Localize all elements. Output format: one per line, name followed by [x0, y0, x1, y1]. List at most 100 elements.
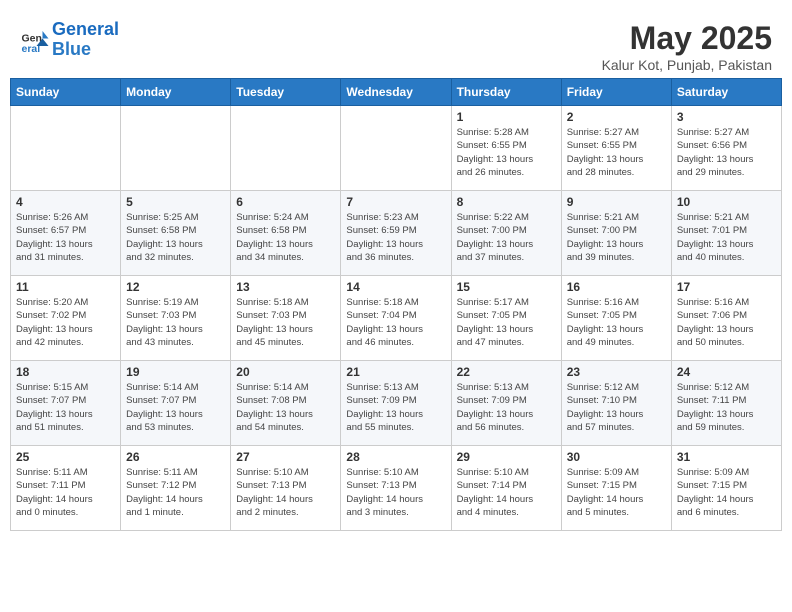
day-info: Sunrise: 5:25 AM Sunset: 6:58 PM Dayligh… [126, 211, 225, 264]
day-header-tuesday: Tuesday [231, 79, 341, 106]
day-info: Sunrise: 5:10 AM Sunset: 7:13 PM Dayligh… [346, 466, 445, 519]
svg-text:eral: eral [22, 43, 41, 55]
calendar-week-row: 11Sunrise: 5:20 AM Sunset: 7:02 PM Dayli… [11, 276, 782, 361]
day-number: 3 [677, 110, 776, 124]
day-info: Sunrise: 5:21 AM Sunset: 7:01 PM Dayligh… [677, 211, 776, 264]
day-info: Sunrise: 5:26 AM Sunset: 6:57 PM Dayligh… [16, 211, 115, 264]
calendar-cell: 6 Sunrise: 5:24 AM Sunset: 6:58 PM Daylig… [231, 191, 341, 276]
calendar-cell: 8Sunrise: 5:22 AM Sunset: 7:00 PM Daylig… [451, 191, 561, 276]
calendar-cell: 24 Sunrise: 5:12 AM Sunset: 7:11 PM Dayli… [671, 361, 781, 446]
calendar-cell: 10 Sunrise: 5:21 AM Sunset: 7:01 PM Dayli… [671, 191, 781, 276]
calendar-cell: 7Sunrise: 5:23 AM Sunset: 6:59 PM Daylig… [341, 191, 451, 276]
day-number: 1 [457, 110, 556, 124]
day-info: Sunrise: 5:27 AM Sunset: 6:56 PM Dayligh… [677, 126, 776, 179]
day-info: Sunrise: 5:12 AM Sunset: 7:10 PM Dayligh… [567, 381, 666, 434]
calendar-cell: 4 Sunrise: 5:26 AM Sunset: 6:57 PM Daylig… [11, 191, 121, 276]
day-number: 12 [126, 280, 225, 294]
day-number: 2 [567, 110, 666, 124]
calendar-cell: 13Sunrise: 5:18 AM Sunset: 7:03 PM Dayli… [231, 276, 341, 361]
calendar-week-row: 25Sunrise: 5:11 AM Sunset: 7:11 PM Dayli… [11, 446, 782, 531]
day-info: Sunrise: 5:19 AM Sunset: 7:03 PM Dayligh… [126, 296, 225, 349]
day-number: 5 [126, 195, 225, 209]
day-info: Sunrise: 5:16 AM Sunset: 7:06 PM Dayligh… [677, 296, 776, 349]
day-info: Sunrise: 5:13 AM Sunset: 7:09 PM Dayligh… [346, 381, 445, 434]
day-number: 29 [457, 450, 556, 464]
calendar-week-row: 4 Sunrise: 5:26 AM Sunset: 6:57 PM Daylig… [11, 191, 782, 276]
day-number: 14 [346, 280, 445, 294]
calendar-cell: 28 Sunrise: 5:10 AM Sunset: 7:13 PM Dayli… [341, 446, 451, 531]
day-info: Sunrise: 5:23 AM Sunset: 6:59 PM Dayligh… [346, 211, 445, 264]
calendar-table: SundayMondayTuesdayWednesdayThursdayFrid… [10, 78, 782, 531]
calendar-cell: 25Sunrise: 5:11 AM Sunset: 7:11 PM Dayli… [11, 446, 121, 531]
day-info: Sunrise: 5:24 AM Sunset: 6:58 PM Dayligh… [236, 211, 335, 264]
calendar-cell [341, 106, 451, 191]
day-header-sunday: Sunday [11, 79, 121, 106]
calendar-cell: 23Sunrise: 5:12 AM Sunset: 7:10 PM Dayli… [561, 361, 671, 446]
day-number: 8 [457, 195, 556, 209]
day-number: 26 [126, 450, 225, 464]
day-header-wednesday: Wednesday [341, 79, 451, 106]
day-number: 6 [236, 195, 335, 209]
month-title: May 2025 [602, 20, 772, 57]
day-info: Sunrise: 5:11 AM Sunset: 7:12 PM Dayligh… [126, 466, 225, 519]
calendar-cell: 30 Sunrise: 5:09 AM Sunset: 7:15 PM Dayli… [561, 446, 671, 531]
day-number: 11 [16, 280, 115, 294]
calendar-cell: 9 Sunrise: 5:21 AM Sunset: 7:00 PM Daylig… [561, 191, 671, 276]
day-info: Sunrise: 5:21 AM Sunset: 7:00 PM Dayligh… [567, 211, 666, 264]
day-number: 28 [346, 450, 445, 464]
calendar-cell [231, 106, 341, 191]
day-number: 9 [567, 195, 666, 209]
calendar-cell: 31 Sunrise: 5:09 AM Sunset: 7:15 PM Dayli… [671, 446, 781, 531]
day-info: Sunrise: 5:10 AM Sunset: 7:13 PM Dayligh… [236, 466, 335, 519]
logo-text: General Blue [52, 20, 119, 60]
day-number: 31 [677, 450, 776, 464]
day-header-saturday: Saturday [671, 79, 781, 106]
calendar-cell [121, 106, 231, 191]
day-info: Sunrise: 5:09 AM Sunset: 7:15 PM Dayligh… [567, 466, 666, 519]
calendar-cell: 14 Sunrise: 5:18 AM Sunset: 7:04 PM Dayli… [341, 276, 451, 361]
day-number: 22 [457, 365, 556, 379]
day-info: Sunrise: 5:27 AM Sunset: 6:55 PM Dayligh… [567, 126, 666, 179]
day-info: Sunrise: 5:28 AM Sunset: 6:55 PM Dayligh… [457, 126, 556, 179]
logo: Gen eral General Blue [20, 20, 119, 60]
day-header-monday: Monday [121, 79, 231, 106]
location-title: Kalur Kot, Punjab, Pakistan [602, 57, 772, 73]
day-info: Sunrise: 5:14 AM Sunset: 7:07 PM Dayligh… [126, 381, 225, 434]
day-info: Sunrise: 5:18 AM Sunset: 7:04 PM Dayligh… [346, 296, 445, 349]
day-info: Sunrise: 5:10 AM Sunset: 7:14 PM Dayligh… [457, 466, 556, 519]
day-info: Sunrise: 5:13 AM Sunset: 7:09 PM Dayligh… [457, 381, 556, 434]
day-number: 19 [126, 365, 225, 379]
day-number: 10 [677, 195, 776, 209]
calendar-cell: 3 Sunrise: 5:27 AM Sunset: 6:56 PM Daylig… [671, 106, 781, 191]
calendar-body: 1 Sunrise: 5:28 AM Sunset: 6:55 PM Daylig… [11, 106, 782, 531]
day-number: 17 [677, 280, 776, 294]
calendar-cell: 18Sunrise: 5:15 AM Sunset: 7:07 PM Dayli… [11, 361, 121, 446]
day-number: 4 [16, 195, 115, 209]
calendar-cell: 1 Sunrise: 5:28 AM Sunset: 6:55 PM Daylig… [451, 106, 561, 191]
day-info: Sunrise: 5:09 AM Sunset: 7:15 PM Dayligh… [677, 466, 776, 519]
day-number: 15 [457, 280, 556, 294]
calendar-cell: 19 Sunrise: 5:14 AM Sunset: 7:07 PM Dayli… [121, 361, 231, 446]
day-info: Sunrise: 5:14 AM Sunset: 7:08 PM Dayligh… [236, 381, 335, 434]
day-number: 24 [677, 365, 776, 379]
calendar-cell: 21 Sunrise: 5:13 AM Sunset: 7:09 PM Dayli… [341, 361, 451, 446]
day-number: 21 [346, 365, 445, 379]
calendar-cell: 22 Sunrise: 5:13 AM Sunset: 7:09 PM Dayli… [451, 361, 561, 446]
calendar-cell: 29 Sunrise: 5:10 AM Sunset: 7:14 PM Dayli… [451, 446, 561, 531]
calendar-week-row: 18Sunrise: 5:15 AM Sunset: 7:07 PM Dayli… [11, 361, 782, 446]
day-info: Sunrise: 5:15 AM Sunset: 7:07 PM Dayligh… [16, 381, 115, 434]
calendar-header-row: SundayMondayTuesdayWednesdayThursdayFrid… [11, 79, 782, 106]
day-number: 27 [236, 450, 335, 464]
calendar-cell: 26 Sunrise: 5:11 AM Sunset: 7:12 PM Dayli… [121, 446, 231, 531]
calendar-cell: 17 Sunrise: 5:16 AM Sunset: 7:06 PM Dayli… [671, 276, 781, 361]
day-info: Sunrise: 5:12 AM Sunset: 7:11 PM Dayligh… [677, 381, 776, 434]
calendar-cell: 16Sunrise: 5:16 AM Sunset: 7:05 PM Dayli… [561, 276, 671, 361]
day-header-friday: Friday [561, 79, 671, 106]
day-header-thursday: Thursday [451, 79, 561, 106]
calendar-cell: 11Sunrise: 5:20 AM Sunset: 7:02 PM Dayli… [11, 276, 121, 361]
day-info: Sunrise: 5:11 AM Sunset: 7:11 PM Dayligh… [16, 466, 115, 519]
calendar-cell: 5 Sunrise: 5:25 AM Sunset: 6:58 PM Daylig… [121, 191, 231, 276]
page-header: Gen eral General Blue May 2025 Kalur Kot… [10, 10, 782, 78]
day-info: Sunrise: 5:17 AM Sunset: 7:05 PM Dayligh… [457, 296, 556, 349]
day-number: 30 [567, 450, 666, 464]
